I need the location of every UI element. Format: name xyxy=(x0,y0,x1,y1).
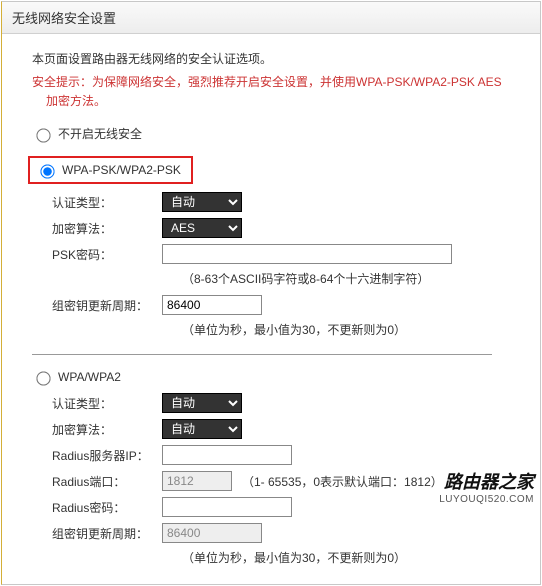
radius-pwd-input[interactable] xyxy=(162,497,292,517)
wpa-enc-label: 加密算法： xyxy=(52,421,162,438)
wpa-rekey-input[interactable] xyxy=(162,523,262,543)
psk-enc-select[interactable]: AES xyxy=(162,218,242,238)
watermark-url: LUYOUQI520.COM xyxy=(439,494,534,505)
radius-port-input[interactable] xyxy=(162,471,232,491)
option-wpa[interactable]: WPA/WPA2 xyxy=(32,369,520,385)
warning-line1: 安全提示：为保障网络安全，强烈推荐开启安全设置，并使用WPA-PSK/WPA2-… xyxy=(32,75,502,89)
warning-line2: 加密方法。 xyxy=(46,94,106,108)
wpapsk-label: WPA-PSK/WPA2-PSK xyxy=(62,163,181,177)
wpapsk-form: 认证类型： 自动 加密算法： AES PSK密码： （8-63个ASCII码字符… xyxy=(52,192,520,338)
disable-label: 不开启无线安全 xyxy=(58,125,142,142)
radio-disable[interactable] xyxy=(36,128,50,142)
divider xyxy=(32,354,492,355)
radio-wpapsk[interactable] xyxy=(40,165,54,179)
psk-rekey-hint: （单位为秒，最小值为30，不更新则为0） xyxy=(182,321,520,338)
watermark-title: 路由器之家 xyxy=(439,468,534,494)
radius-ip-input[interactable] xyxy=(162,445,292,465)
radio-wpa[interactable] xyxy=(36,372,50,386)
panel-title: 无线网络安全设置 xyxy=(2,2,540,34)
radius-ip-label: Radius服务器IP： xyxy=(52,447,162,464)
radius-port-hint: （1- 65535，0表示默认端口：1812） xyxy=(242,473,443,490)
psk-pwd-label: PSK密码： xyxy=(52,246,162,263)
radius-port-label: Radius端口： xyxy=(52,473,162,490)
intro-text: 本页面设置路由器无线网络的安全认证选项。 xyxy=(32,50,520,67)
psk-rekey-input[interactable] xyxy=(162,295,262,315)
wpa-rekey-hint: （单位为秒，最小值为30，不更新则为0） xyxy=(182,549,520,566)
security-warning: 安全提示：为保障网络安全，强烈推荐开启安全设置，并使用WPA-PSK/WPA2-… xyxy=(32,73,520,111)
psk-password-input[interactable] xyxy=(162,244,452,264)
option-disable-security[interactable]: 不开启无线安全 xyxy=(32,125,520,142)
option-wpapsk[interactable]: WPA-PSK/WPA2-PSK xyxy=(32,156,520,184)
enc-label: 加密算法： xyxy=(52,220,162,237)
watermark: 路由器之家 LUYOUQI520.COM xyxy=(439,468,534,505)
psk-rekey-label: 组密钥更新周期： xyxy=(52,297,162,314)
radius-pwd-label: Radius密码： xyxy=(52,499,162,516)
wpa-label: WPA/WPA2 xyxy=(58,370,121,384)
psk-pwd-hint: （8-63个ASCII码字符或8-64个十六进制字符） xyxy=(182,270,520,287)
wpa-rekey-label: 组密钥更新周期： xyxy=(52,525,162,542)
psk-auth-select[interactable]: 自动 xyxy=(162,192,242,212)
wpa-auth-select[interactable]: 自动 xyxy=(162,393,242,413)
wpa-enc-select[interactable]: 自动 xyxy=(162,419,242,439)
wpapsk-highlight: WPA-PSK/WPA2-PSK xyxy=(28,156,193,184)
wpa-auth-label: 认证类型： xyxy=(52,395,162,412)
auth-label: 认证类型： xyxy=(52,194,162,211)
